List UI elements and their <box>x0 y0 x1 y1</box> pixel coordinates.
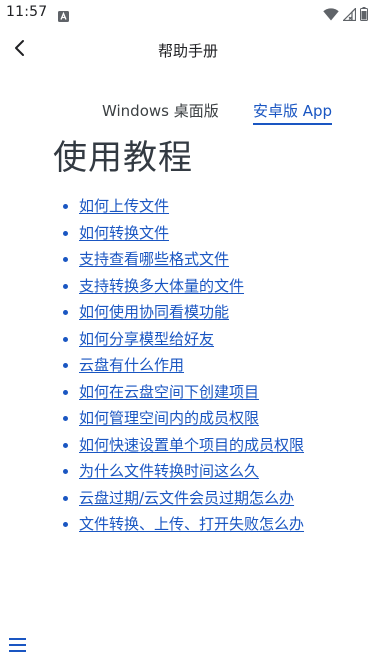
list-item: 如何管理空间内的成员权限 <box>60 407 304 434</box>
list-item: 如何分享模型给好友 <box>60 328 304 355</box>
tutorial-link[interactable]: 如何转换文件 <box>79 224 169 242</box>
bullet <box>63 522 68 527</box>
section-heading: 使用教程 <box>53 138 193 178</box>
list-item: 如何使用协同看模功能 <box>60 301 304 328</box>
bullet <box>63 310 68 315</box>
wifi-icon <box>323 6 339 25</box>
tab-android[interactable]: 安卓版 App <box>253 100 333 125</box>
tutorial-link[interactable]: 如何在云盘空间下创建项目 <box>79 383 259 401</box>
status-time: 11:57 <box>6 4 48 20</box>
tutorial-link[interactable]: 支持查看哪些格式文件 <box>79 250 229 268</box>
tutorial-link[interactable]: 文件转换、上传、打开失败怎么办 <box>79 515 304 533</box>
tutorial-link[interactable]: 支持转换多大体量的文件 <box>79 277 244 295</box>
battery-icon <box>360 6 368 25</box>
list-item: 为什么文件转换时间这么久 <box>60 460 304 487</box>
bullet <box>63 336 68 342</box>
list-item: 支持查看哪些格式文件 <box>60 248 304 275</box>
list-item: 如何在云盘空间下创建项目 <box>60 381 304 408</box>
list-item: 文件转换、上传、打开失败怎么办 <box>60 513 304 540</box>
tutorial-link[interactable]: 为什么文件转换时间这么久 <box>79 462 259 480</box>
tutorial-link[interactable]: 如何管理空间内的成员权限 <box>79 409 259 427</box>
bullet <box>63 416 68 421</box>
bullet <box>63 204 68 209</box>
bullet <box>63 469 68 474</box>
page-title: 帮助手册 <box>157 42 218 60</box>
tutorial-link[interactable]: 如何快速设置单个项目的成员权限 <box>79 436 304 454</box>
status-icons <box>323 6 368 25</box>
tutorial-link[interactable]: 云盘有什么作用 <box>79 356 184 374</box>
status-bar: 11:57 <box>0 0 376 26</box>
tutorial-link[interactable]: 如何使用协同看模功能 <box>79 303 229 321</box>
list-item: 如何转换文件 <box>60 222 304 249</box>
bullet <box>63 230 68 236</box>
tutorial-link[interactable]: 如何分享模型给好友 <box>79 330 214 348</box>
list-item: 支持转换多大体量的文件 <box>60 275 304 302</box>
a-badge-icon <box>58 7 69 26</box>
tutorial-list: 如何上传文件 如何转换文件 支持查看哪些格式文件 支持转换多大体量的文件 如何使… <box>60 195 304 540</box>
bullet <box>63 442 68 448</box>
menu-button[interactable] <box>8 636 30 656</box>
app-bar: 帮助手册 <box>0 28 376 72</box>
bullet <box>63 363 68 368</box>
list-item: 云盘过期/云文件会员过期怎么办 <box>60 487 304 514</box>
platform-tabs: Windows 桌面版 安卓版 App <box>0 100 376 128</box>
bullet <box>63 283 68 289</box>
list-item: 如何上传文件 <box>60 195 304 222</box>
bullet <box>63 495 68 501</box>
list-item: 如何快速设置单个项目的成员权限 <box>60 434 304 461</box>
tutorial-link[interactable]: 如何上传文件 <box>79 197 169 215</box>
tutorial-link[interactable]: 云盘过期/云文件会员过期怎么办 <box>79 489 294 507</box>
help-screen: 11:57 帮助手册 Windows 桌面版 安卓版 App 使用教程 如何上传… <box>0 0 376 668</box>
list-item: 云盘有什么作用 <box>60 354 304 381</box>
bullet <box>63 257 68 262</box>
signal-icon <box>342 6 357 25</box>
tab-windows[interactable]: Windows 桌面版 <box>102 100 219 121</box>
bullet <box>63 389 68 395</box>
hamburger-menu-icon <box>8 638 28 658</box>
